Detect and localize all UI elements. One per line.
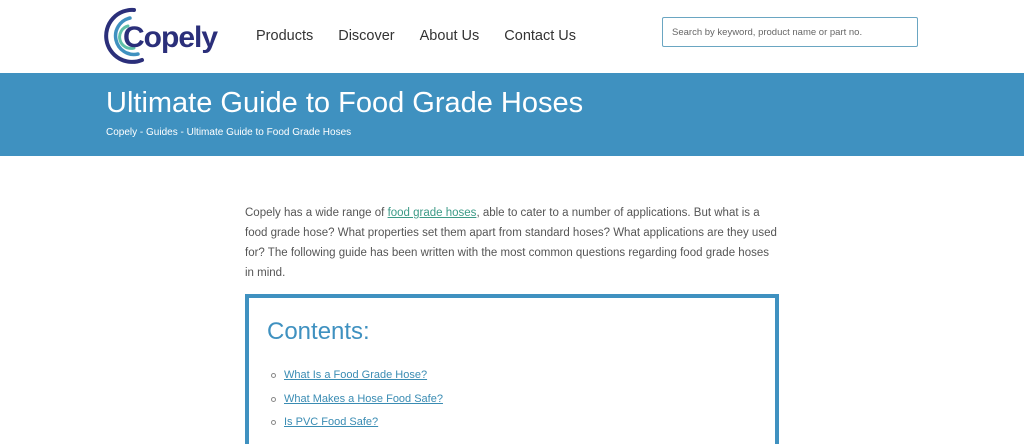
breadcrumb-item-current: Ultimate Guide to Food Grade Hoses xyxy=(186,127,352,138)
toc-link-what-is-food-grade-hose[interactable]: What Is a Food Grade Hose? xyxy=(284,369,427,381)
breadcrumb-separator: - xyxy=(137,127,147,138)
food-grade-hoses-link[interactable]: food grade hoses xyxy=(388,207,477,219)
circle-bullet-icon xyxy=(271,373,276,378)
intro-paragraph: Copely has a wide range of food grade ho… xyxy=(245,203,781,283)
nav-products[interactable]: Products xyxy=(256,28,313,44)
toc-link-what-makes-hose-food-safe[interactable]: What Makes a Hose Food Safe? xyxy=(284,393,443,405)
main-nav: Products Discover About Us Contact Us xyxy=(256,28,601,44)
breadcrumb-item-guides[interactable]: Guides xyxy=(146,127,178,138)
breadcrumb-item-copely[interactable]: Copely xyxy=(106,127,137,138)
contents-list: What Is a Food Grade Hose? What Makes a … xyxy=(271,364,443,435)
contents-title: Contents: xyxy=(267,318,370,345)
breadcrumb-separator: - xyxy=(177,127,187,138)
page-banner: Ultimate Guide to Food Grade Hoses Copel… xyxy=(0,73,1024,156)
list-item: What Is a Food Grade Hose? xyxy=(271,364,443,388)
intro-text-before: Copely has a wide range of xyxy=(245,207,388,219)
logo-text: Copely xyxy=(123,21,218,54)
search-box xyxy=(662,17,918,47)
nav-discover[interactable]: Discover xyxy=(338,28,394,44)
list-item: Is PVC Food Safe? xyxy=(271,411,443,435)
circle-bullet-icon xyxy=(271,420,276,425)
copely-logo[interactable]: Copely xyxy=(104,6,218,66)
nav-contact-us[interactable]: Contact Us xyxy=(504,28,576,44)
breadcrumb: Copely - Guides - Ultimate Guide to Food… xyxy=(106,127,351,138)
toc-link-is-pvc-food-safe[interactable]: Is PVC Food Safe? xyxy=(284,416,378,428)
page-title: Ultimate Guide to Food Grade Hoses xyxy=(106,87,584,119)
article-body: Copely has a wide range of food grade ho… xyxy=(245,203,781,283)
nav-about-us[interactable]: About Us xyxy=(420,28,480,44)
table-of-contents: Contents: What Is a Food Grade Hose? Wha… xyxy=(245,294,779,444)
circle-bullet-icon xyxy=(271,396,276,402)
search-input[interactable] xyxy=(663,18,917,46)
site-header: Copely Products Discover About Us Contac… xyxy=(0,0,1024,73)
list-item: What Makes a Hose Food Safe? xyxy=(271,388,443,412)
